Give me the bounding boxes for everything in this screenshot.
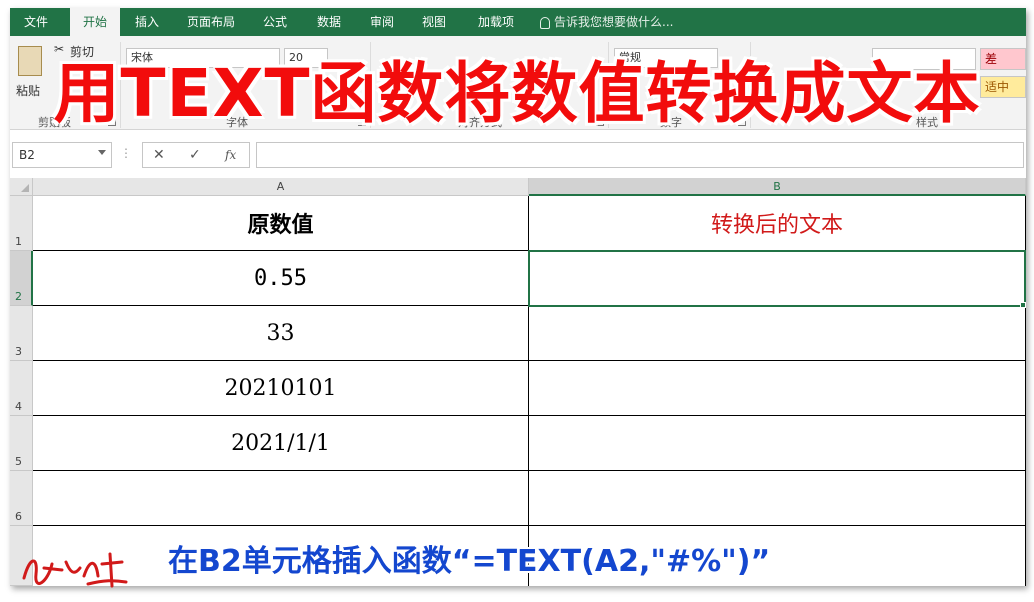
formula-bar-grip-icon: ⋮	[120, 146, 132, 160]
ribbon-tab-bar: 文件 开始 插入 页面布局 公式 数据 审阅 视图 加载项 告诉我您想要做什么.…	[10, 8, 1026, 36]
tutorial-title: 用TEXT函数将数值转换成文本	[53, 55, 981, 132]
row-number: 1	[15, 235, 22, 248]
tab-formulas[interactable]: 公式	[254, 8, 296, 36]
formula-bar: B2 ⋮ ✕ ✓ fx	[10, 140, 1026, 170]
row-header-4[interactable]: 4	[10, 361, 33, 416]
cell-a3[interactable]: 33	[33, 306, 529, 361]
row-header-5[interactable]: 5	[10, 416, 33, 471]
insert-function-icon[interactable]: fx	[225, 143, 236, 167]
name-box[interactable]: B2	[12, 142, 112, 168]
cell-b3[interactable]	[529, 306, 1026, 361]
row-header-3[interactable]: 3	[10, 306, 33, 361]
cell-b1[interactable]: 转换后的文本	[529, 196, 1026, 251]
formula-input[interactable]	[256, 142, 1024, 168]
cell-a5[interactable]: 2021/1/1	[33, 416, 529, 471]
tab-review[interactable]: 审阅	[360, 8, 404, 36]
cell-a1[interactable]: 原数值	[33, 196, 529, 251]
select-all-triangle-icon	[21, 184, 29, 192]
name-box-value: B2	[19, 148, 35, 162]
tab-insert[interactable]: 插入	[124, 8, 170, 36]
tab-home[interactable]: 开始	[70, 8, 120, 36]
cell-a4[interactable]: 20210101	[33, 361, 529, 416]
cell-b2[interactable]	[529, 251, 1026, 306]
select-all-button[interactable]	[10, 178, 33, 196]
cancel-icon[interactable]: ✕	[153, 143, 165, 167]
row-number: 6	[15, 510, 22, 523]
tab-page-layout[interactable]: 页面布局	[176, 8, 246, 36]
enter-icon[interactable]: ✓	[189, 143, 201, 167]
cell-a6[interactable]	[33, 471, 529, 526]
cell-b4[interactable]	[529, 361, 1026, 416]
column-header-b[interactable]: B	[529, 178, 1026, 196]
tell-me-text: 告诉我您想要做什么...	[554, 15, 674, 29]
tab-addins[interactable]: 加载项	[468, 8, 524, 36]
tab-data[interactable]: 数据	[306, 8, 352, 36]
row-header-1[interactable]: 1	[10, 196, 33, 251]
lightbulb-icon	[540, 16, 550, 29]
chevron-down-icon[interactable]	[98, 150, 106, 155]
row-number: 2	[15, 290, 22, 303]
cell-b6[interactable]	[529, 471, 1026, 526]
cell-b5[interactable]	[529, 416, 1026, 471]
tutorial-caption: 在B2单元格插入函数“=TEXT(A2,"#%")”	[168, 544, 771, 579]
worksheet-grid: A B 1 2 3 4 5 6 原数值 转换后的文本 0.55 33 20210…	[10, 178, 1026, 586]
cell-a2[interactable]: 0.55	[33, 251, 529, 306]
row-number: 3	[15, 345, 22, 358]
formula-buttons: ✕ ✓ fx	[142, 142, 250, 168]
row-number: 5	[15, 455, 22, 468]
column-header-a[interactable]: A	[33, 178, 529, 196]
row-header-6[interactable]: 6	[10, 471, 33, 526]
row-header-2[interactable]: 2	[10, 251, 33, 306]
tab-view[interactable]: 视图	[412, 8, 456, 36]
tab-file[interactable]: 文件	[10, 8, 62, 36]
tell-me-box[interactable]: 告诉我您想要做什么...	[540, 8, 760, 36]
signature-logo	[22, 552, 128, 588]
row-number: 4	[15, 400, 22, 413]
fill-handle[interactable]	[1020, 302, 1026, 308]
